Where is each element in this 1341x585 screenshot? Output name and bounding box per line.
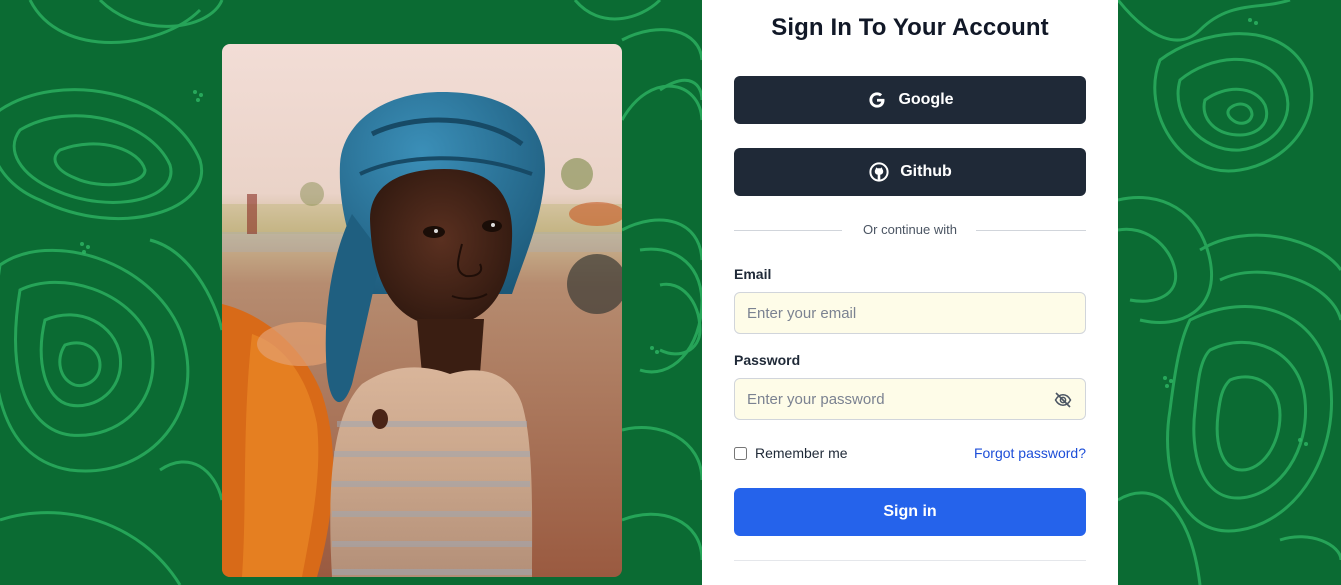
github-icon	[868, 161, 890, 183]
forgot-password-link[interactable]: Forgot password?	[974, 445, 1086, 461]
google-button-label: Google	[898, 91, 954, 108]
remember-me[interactable]: Remember me	[734, 445, 848, 461]
sign-in-panel: Sign In To Your Account Google Github Or…	[702, 0, 1118, 585]
divider: Or continue with	[734, 222, 1086, 240]
password-label: Password	[734, 352, 801, 368]
remember-me-label: Remember me	[755, 445, 848, 461]
topographic-background	[0, 0, 1341, 585]
github-button-label: Github	[900, 163, 952, 180]
eye-off-icon[interactable]	[1052, 389, 1074, 411]
sign-in-button[interactable]: Sign in	[734, 488, 1086, 536]
password-field[interactable]	[734, 378, 1086, 420]
portrait-photo	[222, 44, 622, 577]
google-sign-in-button[interactable]: Google	[734, 76, 1086, 124]
google-icon	[866, 89, 888, 111]
github-sign-in-button[interactable]: Github	[734, 148, 1086, 196]
divider-text: Or continue with	[863, 222, 957, 237]
email-field[interactable]	[734, 292, 1086, 334]
remember-me-checkbox[interactable]	[734, 446, 747, 460]
bottom-divider	[734, 560, 1086, 561]
page-title: Sign In To Your Account	[771, 14, 1049, 41]
email-label: Email	[734, 266, 772, 282]
